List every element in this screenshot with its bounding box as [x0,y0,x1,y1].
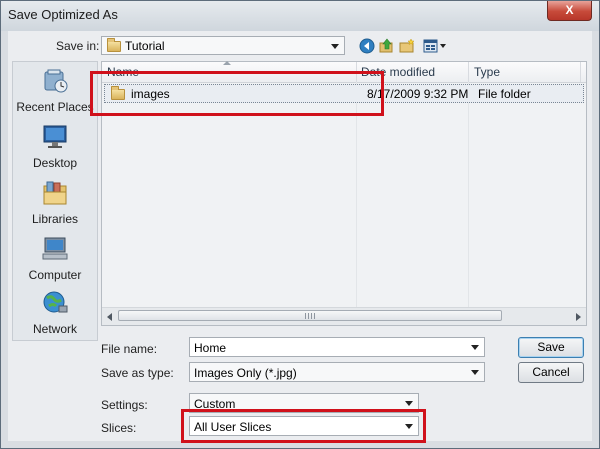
window-title: Save Optimized As [8,7,118,22]
save-button[interactable]: Save [518,337,584,358]
place-desktop[interactable]: Desktop [13,124,97,170]
highlight-box-slices [181,409,426,443]
sort-ascending-icon [223,61,231,65]
column-gridline [356,82,357,322]
title-bar[interactable]: Save Optimized As X [1,1,599,31]
save-in-label: Save in: [56,39,100,53]
view-menu-icon[interactable] [423,38,449,54]
place-label: Recent Places [16,100,94,114]
cancel-button[interactable]: Cancel [518,362,584,383]
column-separator[interactable] [468,62,469,82]
scroll-right-icon[interactable] [576,313,581,321]
place-computer[interactable]: Computer [13,236,97,282]
network-icon [43,291,68,313]
place-network[interactable]: Network [13,290,97,336]
scroll-left-icon[interactable] [107,313,112,321]
desktop-icon [43,125,67,148]
horizontal-scrollbar[interactable] [102,307,586,325]
column-header-type[interactable]: Type [474,65,500,79]
place-label: Desktop [32,156,78,170]
save-as-type-dropdown[interactable]: Images Only (*.jpg) [189,362,485,382]
chevron-down-icon [331,44,339,49]
chevron-down-icon [471,370,479,375]
file-name-input[interactable]: Home [189,337,485,357]
slices-label: Slices: [101,421,137,435]
save-in-value: Tutorial [125,39,165,53]
file-type-cell: File folder [478,87,531,101]
computer-icon [42,237,68,260]
new-folder-icon[interactable] [399,38,415,54]
place-label: Network [32,322,77,336]
grip-icon [305,313,315,319]
save-as-type-label: Save as type: [101,366,174,380]
recent-places-icon [44,69,68,93]
save-in-dropdown[interactable]: Tutorial [101,36,345,55]
libraries-icon [43,181,67,205]
place-libraries[interactable]: Libraries [13,180,97,226]
close-button[interactable]: X [547,1,592,21]
folder-icon [107,38,121,52]
place-label: Libraries [31,212,79,226]
chevron-down-icon [405,401,413,406]
settings-label: Settings: [101,398,148,412]
column-separator[interactable] [580,62,581,82]
file-name-label: File name: [101,342,158,356]
back-icon[interactable] [359,38,375,54]
place-label: Computer [28,268,82,282]
up-folder-icon[interactable] [379,38,395,54]
dialog-body: Save in: Tutorial Recent Places Desktop … [8,31,592,443]
column-gridline [468,82,469,322]
highlight-box-images [90,71,384,116]
save-as-type-value: Images Only (*.jpg) [194,366,297,380]
scrollbar-thumb[interactable] [118,310,502,321]
file-name-value: Home [194,341,227,355]
places-bar: Recent Places Desktop Libraries Computer… [12,61,98,341]
place-recent-places[interactable]: Recent Places [13,68,97,114]
save-optimized-as-dialog: Save Optimized As X Save in: Tutorial Re… [0,0,600,449]
chevron-down-icon[interactable] [471,345,479,350]
